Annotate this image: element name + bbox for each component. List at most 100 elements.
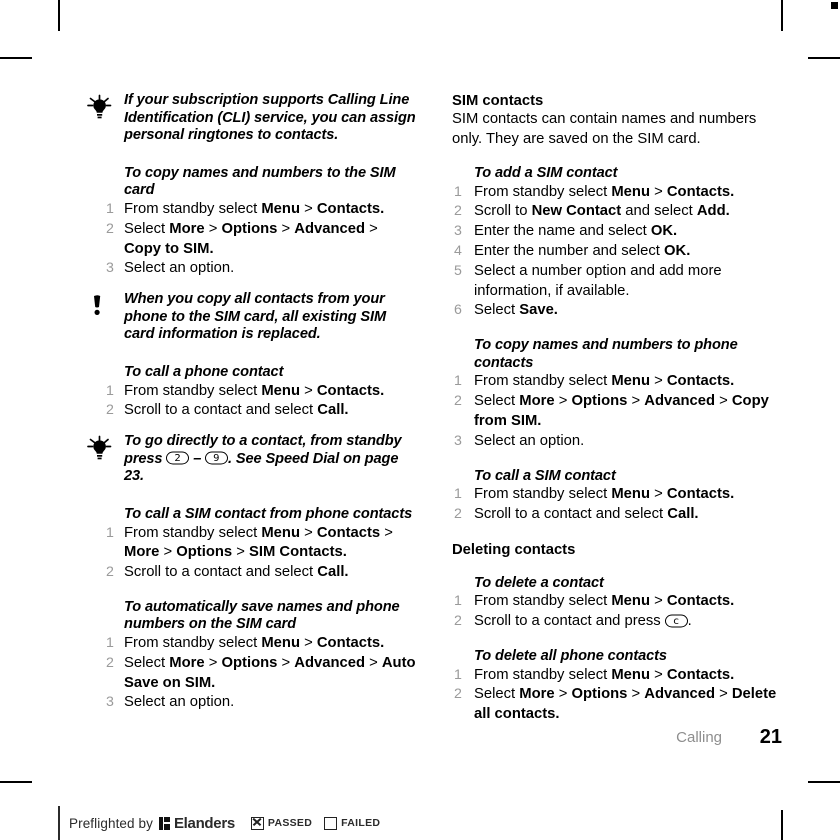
preflight-passed-status: PASSED FAILED (250, 816, 392, 830)
step-text: > (299, 524, 317, 541)
ui-label: Contacts. (316, 200, 385, 217)
ui-label: Advanced (294, 654, 365, 671)
left-column: If your subscription supports Calling Li… (86, 92, 416, 713)
crop-mark-top-left-horizontal (0, 57, 32, 59)
ui-label: More (519, 686, 555, 703)
crop-mark-top-right-horizontal (808, 57, 840, 59)
step-text: > (714, 686, 732, 703)
step-text: From standby select (124, 200, 262, 217)
ui-label: Options (221, 220, 278, 237)
ui-label: Copy to SIM. (124, 240, 214, 257)
key-c-icon: c (664, 614, 688, 628)
heading-auto-save-on-sim: To automatically save names and phone nu… (124, 598, 400, 633)
crop-mark-top-right-vertical (781, 0, 783, 31)
preflight-passed-label: PASSED (267, 817, 313, 829)
tip-callout-speed-dial: To go directly to a contact, from standb… (86, 433, 416, 486)
ui-label: Options (176, 544, 233, 561)
checkbox-passed-icon (250, 816, 264, 830)
step-text: > (364, 220, 378, 237)
page-number: 21 (759, 726, 782, 748)
steps-add-sim-contact: From standby select Menu > Contacts. Scro… (452, 183, 782, 322)
procedure-step: Select an option. (86, 693, 416, 713)
step-text: Enter the name and select (474, 223, 651, 240)
procedure-step: From standby select Menu > Contacts. (86, 200, 416, 220)
step-text: > (299, 635, 317, 652)
heading-add-sim-contact: To add a SIM contact (474, 165, 618, 181)
ui-label: OK. (664, 242, 691, 259)
preflight-prefix: Preflighted by (69, 815, 153, 831)
procedure-step: From standby select Menu > Contacts. (86, 382, 416, 402)
steps-copy-from-sim: From standby select Menu > Contacts. Sele… (452, 372, 782, 451)
heading-call-sim-contact: To call a SIM contact (474, 467, 616, 484)
chapter-name: Calling (676, 729, 722, 746)
step-text: Select an option. (124, 694, 235, 711)
ui-label: Menu (611, 183, 650, 200)
tip-text: If your subscription supports Calling Li… (124, 92, 416, 144)
ui-label: Call. (317, 402, 349, 419)
steps-call-sim-contact: From standby select Menu > Contacts. Scro… (452, 485, 782, 525)
procedure-step: Scroll to a contact and select Call. (86, 563, 416, 583)
ui-label: Menu (611, 373, 650, 390)
elanders-logo-icon (158, 816, 170, 830)
ui-label: Call. (317, 564, 349, 581)
step-text: Scroll to a contact and select (124, 564, 318, 581)
tip-callout-cli: If your subscription supports Calling Li… (86, 92, 416, 145)
registration-square-icon (831, 2, 838, 9)
step-text: From standby select (474, 373, 612, 390)
heading-sim-contacts: SIM contacts (452, 93, 544, 109)
procedure-step: Scroll to a contact and select Call. (452, 505, 782, 525)
procedure-step: From standby select Menu > Contacts. (452, 666, 782, 686)
heading-delete-all-contacts: To delete all phone contacts (474, 647, 667, 664)
procedure-step: From standby select Menu > Contacts. (452, 183, 782, 203)
step-text: > (204, 654, 222, 671)
step-text: Select (124, 654, 170, 671)
ui-label: Call. (667, 505, 699, 522)
ui-label: Menu (611, 593, 650, 610)
step-text: > (299, 200, 317, 217)
heading-copy-from-sim: To copy names and numbers to phone conta… (474, 337, 738, 371)
lightbulb-icon (86, 435, 116, 463)
steps-call-phone-contact: From standby select Menu > Contacts. Scro… (86, 382, 416, 422)
step-text: > (380, 524, 393, 541)
step-text: Scroll to a contact and select (474, 505, 668, 522)
ui-label: Menu (261, 200, 300, 217)
ui-label: SIM Contacts. (249, 544, 347, 561)
ui-label: More (124, 544, 160, 561)
crop-mark-bottom-left-horizontal (0, 781, 32, 783)
key-2-icon: 2 (166, 451, 190, 465)
ui-label: Options (221, 654, 278, 671)
procedure-step: From standby select Menu > Contacts. (452, 372, 782, 392)
ui-label: Contacts. (666, 666, 735, 683)
ui-label: Contacts (316, 524, 381, 541)
step-text: > (277, 220, 295, 237)
ui-label: Advanced (294, 220, 365, 237)
procedure-step: Select a number option and add more info… (452, 262, 782, 302)
procedure-step: Enter the number and select OK. (452, 242, 782, 262)
step-text: Select a number option and add more info… (474, 262, 722, 299)
procedure-step: Select More > Options > Advanced > Auto … (86, 654, 416, 694)
step-text: . (687, 613, 692, 630)
procedure-step: Scroll to a contact and select Call. (86, 401, 416, 421)
ui-label: Advanced (644, 686, 715, 703)
ui-label: Menu (261, 635, 300, 652)
step-text: > (299, 382, 317, 399)
procedure-step: From standby select Menu > Contacts. (86, 634, 416, 654)
step-text: From standby select (124, 382, 262, 399)
ui-label: New Contact (531, 203, 622, 220)
steps-delete-all-contacts: From standby select Menu > Contacts. Sele… (452, 666, 782, 725)
page-footer: Calling 21 (452, 726, 782, 752)
ui-label: Contacts. (316, 382, 385, 399)
heading-deleting-contacts: Deleting contacts (452, 541, 576, 558)
heading-copy-to-sim: To copy names and numbers to the SIM car… (124, 164, 396, 199)
paragraph-sim-contacts: SIM contacts can contain names and numbe… (452, 111, 757, 147)
step-text: > (204, 220, 222, 237)
note-text: When you copy all contacts from your pho… (124, 291, 387, 343)
note-callout-sim-replace: When you copy all contacts from your pho… (86, 291, 416, 344)
procedure-step: Select More > Options > Advanced > Copy … (452, 392, 782, 432)
checkbox-failed-icon (324, 816, 338, 830)
step-text: > (714, 393, 732, 410)
crop-mark-bottom-right-horizontal (808, 781, 840, 783)
ui-label: Options (571, 393, 628, 410)
procedure-step: From standby select Menu > Contacts. (452, 485, 782, 505)
procedure-step: Select More > Options > Advanced > Delet… (452, 685, 782, 725)
